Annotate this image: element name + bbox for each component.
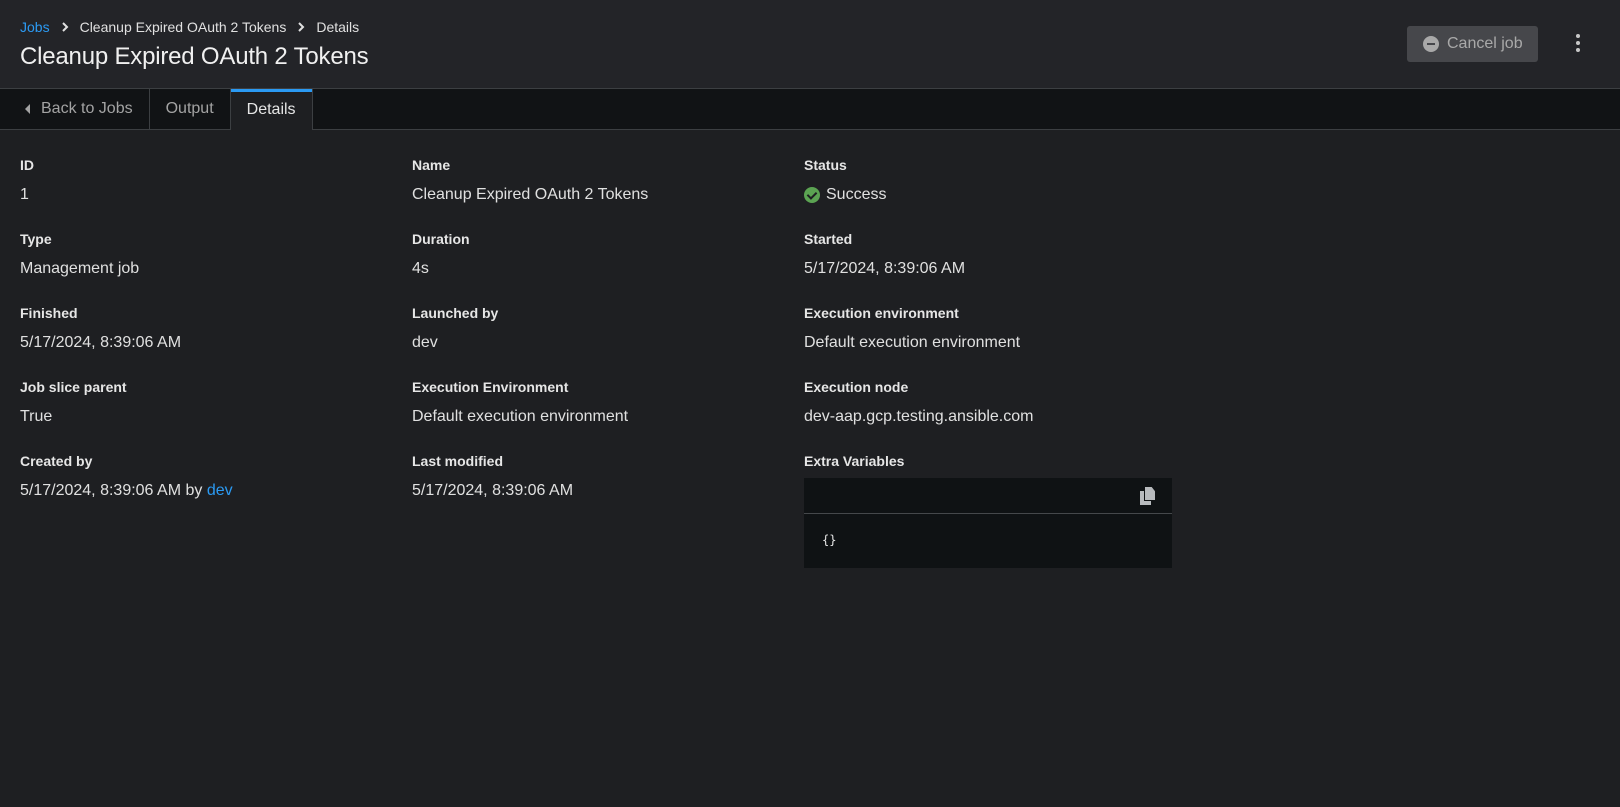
field-label: Extra Variables	[804, 453, 905, 469]
field-label: Execution environment	[804, 305, 959, 321]
execution-environment-link-2[interactable]: Default execution environment	[804, 333, 1174, 353]
field-created-by: Created by 5/17/2024, 8:39:06 AM by dev	[20, 452, 390, 501]
field-status: Status Success	[804, 156, 1174, 205]
caret-left-icon	[25, 104, 30, 114]
field-label: Status	[804, 157, 847, 173]
field-execution-environment-lower: Execution environment Default execution …	[804, 304, 1174, 353]
field-value: 1	[20, 186, 29, 203]
field-label: Job slice parent	[20, 379, 127, 395]
field-label: Launched by	[412, 305, 499, 321]
tab-output[interactable]: Output	[150, 89, 231, 129]
job-template-link[interactable]: Cleanup Expired OAuth 2 Tokens	[412, 185, 782, 205]
tab-label: Output	[165, 100, 214, 117]
field-label: Finished	[20, 305, 78, 321]
tab-bar: Back to Jobs Output Details	[0, 89, 1620, 130]
field-label: Created by	[20, 453, 93, 469]
page-header: Jobs Cleanup Expired OAuth 2 Tokens Deta…	[0, 0, 1620, 89]
field-value: 5/17/2024, 8:39:06 AM	[804, 260, 966, 277]
field-label: Started	[804, 231, 853, 247]
page-title: Cleanup Expired OAuth 2 Tokens	[20, 43, 369, 70]
check-circle-icon	[804, 187, 820, 203]
field-label: ID	[20, 157, 34, 173]
extra-variables-content: {}	[822, 533, 837, 547]
field-execution-environment: Execution Environment Default execution …	[412, 378, 782, 427]
field-label: Execution node	[804, 379, 909, 395]
breadcrumb-current: Details	[316, 19, 360, 35]
field-value: Management job	[20, 260, 140, 277]
created-by-user-link[interactable]: dev	[207, 482, 233, 499]
field-name: Name Cleanup Expired OAuth 2 Tokens	[412, 156, 782, 205]
field-duration: Duration 4s	[412, 230, 782, 279]
field-label: Type	[20, 231, 52, 247]
status-text: Success	[826, 186, 887, 203]
field-label: Last modified	[412, 453, 504, 469]
ellipsis-vertical-icon	[1576, 34, 1580, 38]
kebab-menu-button[interactable]	[1568, 30, 1588, 56]
field-label: Name	[412, 157, 451, 173]
cancel-job-label: Cancel job	[1447, 35, 1523, 52]
field-value: 5/17/2024, 8:39:06 AM	[412, 482, 574, 499]
execution-environment-link[interactable]: Default execution environment	[412, 407, 782, 427]
field-execution-node: Execution node dev-aap.gcp.testing.ansib…	[804, 378, 1174, 427]
field-launched-by: Launched by dev	[412, 304, 782, 353]
field-value: 5/17/2024, 8:39:06 AM	[20, 334, 182, 351]
field-value: 5/17/2024, 8:39:06 AM by dev	[20, 481, 390, 501]
tab-details[interactable]: Details	[230, 89, 313, 130]
field-extra-variables: Extra Variables {}	[804, 452, 1174, 568]
code-toolbar	[804, 478, 1172, 514]
breadcrumb-jobs-link[interactable]: Jobs	[20, 19, 50, 35]
tab-label: Details	[246, 100, 296, 118]
field-label: Execution Environment	[412, 379, 569, 395]
field-last-modified: Last modified 5/17/2024, 8:39:06 AM	[412, 452, 782, 501]
tab-label: Back to Jobs	[41, 100, 133, 117]
field-value: 4s	[412, 260, 429, 277]
minus-circle-icon	[1423, 36, 1439, 52]
field-label: Duration	[412, 231, 470, 247]
field-value: dev-aap.gcp.testing.ansible.com	[804, 408, 1034, 425]
created-by-word: by	[185, 482, 203, 499]
field-finished: Finished 5/17/2024, 8:39:06 AM	[20, 304, 390, 353]
extra-variables-editor[interactable]: {}	[804, 478, 1172, 568]
breadcrumb: Jobs Cleanup Expired OAuth 2 Tokens Deta…	[20, 19, 359, 35]
copy-icon[interactable]	[1140, 487, 1156, 505]
chevron-right-icon	[286, 19, 316, 35]
field-value: True	[20, 408, 53, 425]
field-started: Started 5/17/2024, 8:39:06 AM	[804, 230, 1174, 279]
field-type: Type Management job	[20, 230, 390, 279]
cancel-job-button[interactable]: Cancel job	[1407, 26, 1538, 62]
created-date: 5/17/2024, 8:39:06 AM	[20, 482, 182, 499]
breadcrumb-job-name[interactable]: Cleanup Expired OAuth 2 Tokens	[80, 19, 287, 35]
chevron-right-icon	[50, 19, 80, 35]
launched-by-user-link[interactable]: dev	[412, 333, 782, 353]
field-job-slice-parent: Job slice parent True	[20, 378, 390, 427]
tab-back-to-jobs[interactable]: Back to Jobs	[0, 89, 150, 129]
field-id: ID 1	[20, 156, 390, 205]
status-badge: Success	[804, 185, 1174, 205]
